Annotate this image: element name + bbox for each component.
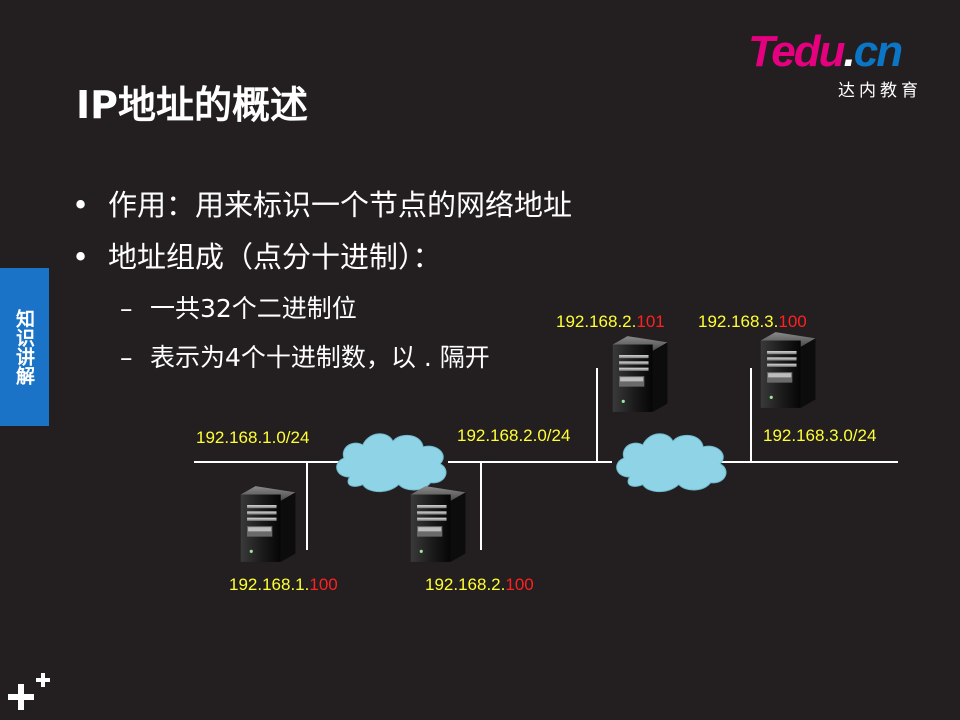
server-icon	[240, 486, 296, 562]
host-address: 192.168.2.100	[425, 575, 534, 594]
host-address: 192.168.2.101	[556, 312, 665, 331]
plus-icon	[8, 673, 50, 710]
network-label: 192.168.3.0/24	[763, 426, 877, 445]
host-address: 192.168.3.100	[698, 312, 807, 331]
cloud-icon	[616, 433, 727, 493]
host-address: 192.168.1.100	[229, 575, 338, 594]
server-icon	[612, 336, 668, 412]
slide: Tedu.cn 达内教育 IP地址的概述 知识讲解 • 作用：用来标识一个节点的网…	[0, 0, 960, 720]
network-diagram	[194, 332, 898, 562]
network-label: 192.168.2.0/24	[457, 426, 571, 445]
server-icon	[410, 486, 466, 562]
cloud-icon	[336, 433, 447, 493]
server-icon	[760, 332, 816, 408]
network-label: 192.168.1.0/24	[196, 428, 310, 447]
